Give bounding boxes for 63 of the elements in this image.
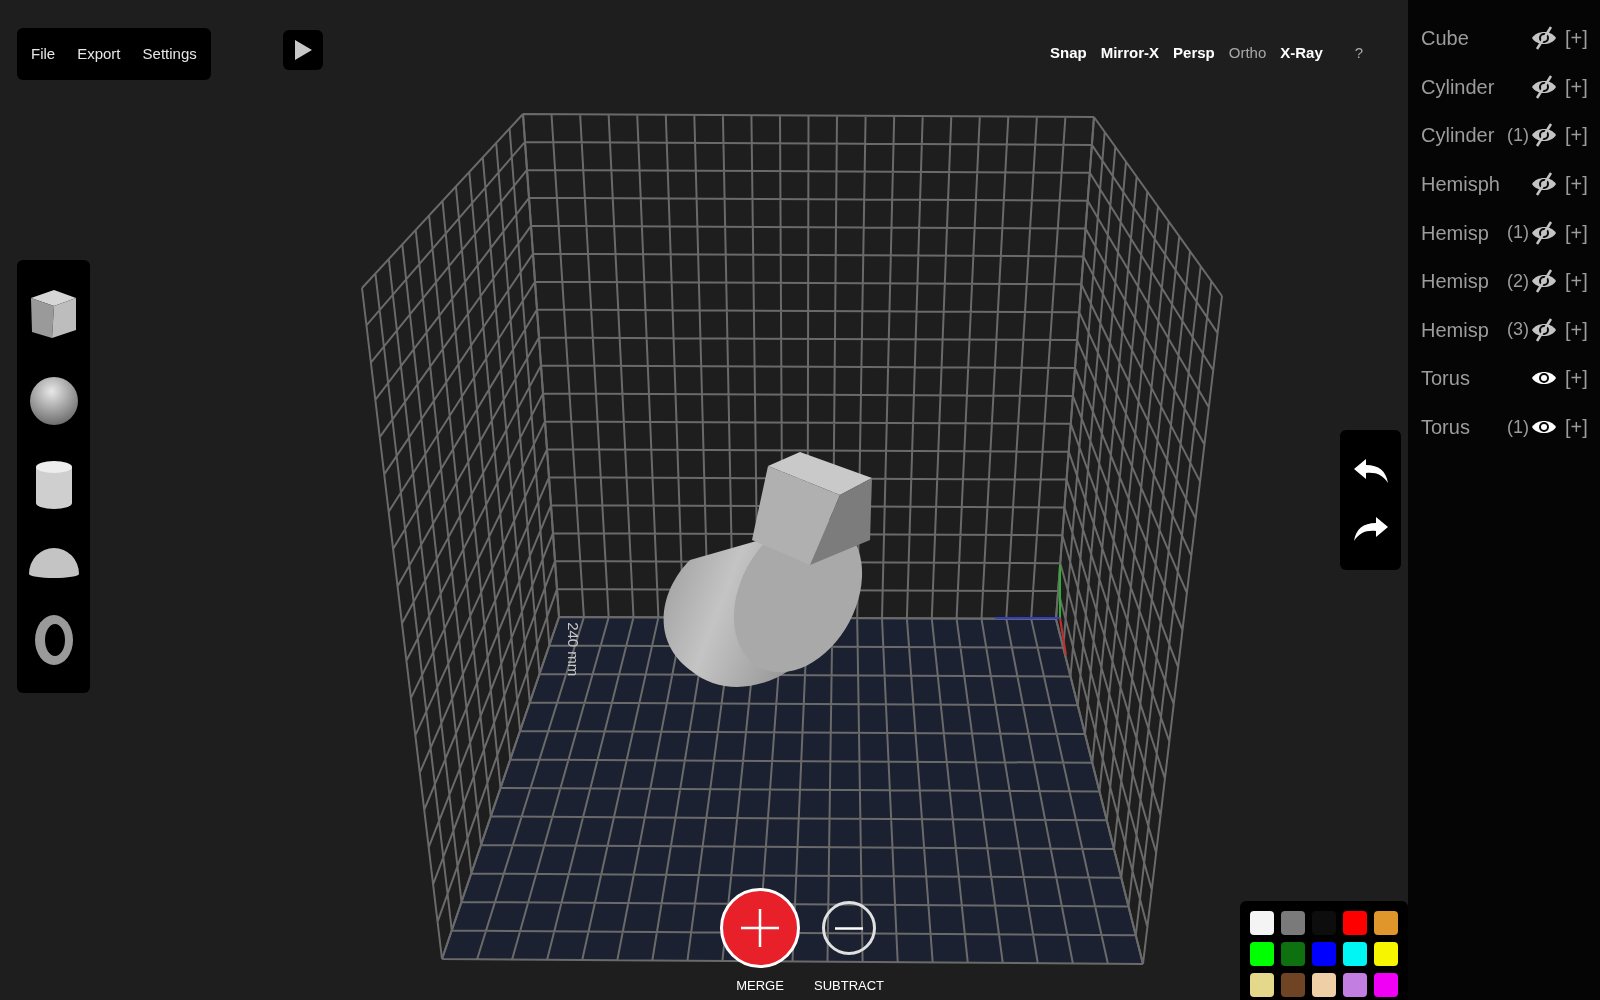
add-button[interactable]: [+] [1565,217,1588,248]
eye-slash-icon[interactable] [1531,268,1557,295]
eye-slash-icon[interactable] [1531,219,1557,246]
color-swatch[interactable] [1250,942,1274,966]
operation-label: MERGE [736,977,784,994]
view-toggle[interactable]: Snap [1050,42,1087,65]
color-swatch[interactable] [1250,911,1274,935]
object-index: (3) [1507,318,1529,342]
object-index: (1) [1507,415,1529,439]
play-button[interactable] [283,30,323,70]
redo-icon[interactable] [1351,515,1390,543]
object-name[interactable]: Torus [1421,363,1470,394]
object-index: (2) [1507,269,1529,293]
object-index: (1) [1507,124,1529,147]
color-swatch[interactable] [1374,942,1398,966]
object-name[interactable]: Cylinder [1421,71,1495,102]
color-swatch[interactable] [1281,942,1305,966]
color-swatch[interactable] [1312,973,1336,997]
add-button[interactable]: [+] [1565,23,1588,54]
color-swatch[interactable] [1250,973,1274,997]
object-name[interactable]: Cube [1421,23,1469,54]
add-button[interactable]: [+] [1565,169,1588,200]
sphere-icon[interactable] [27,374,80,427]
add-button[interactable]: [+] [1565,363,1588,394]
eye-slash-icon[interactable] [1531,122,1557,149]
eye-slash-icon[interactable] [1531,171,1557,198]
color-swatch[interactable] [1374,911,1398,935]
object-name[interactable]: Hemisph [1421,169,1500,200]
object-index: (1) [1507,221,1529,245]
menu-item[interactable]: File [31,42,56,66]
object-name[interactable]: Torus [1421,412,1470,443]
subtract-button[interactable] [822,901,877,955]
color-swatch[interactable] [1343,973,1367,997]
object-name[interactable]: Cylinder [1421,120,1495,151]
add-button[interactable]: [+] [1565,314,1588,345]
view-toggle[interactable]: X-Ray [1280,42,1323,65]
view-toggle[interactable]: Persp [1173,42,1215,65]
color-swatch[interactable] [1374,973,1398,997]
object-name[interactable]: Hemisp [1421,314,1489,345]
eye-slash-icon[interactable] [1531,316,1557,343]
color-swatch[interactable] [1343,942,1367,966]
view-toggle[interactable]: Ortho [1228,42,1267,65]
view-toggle[interactable]: Mirror-X [1100,42,1160,65]
add-button[interactable]: [+] [1565,120,1588,151]
help-button[interactable]: ? [1354,42,1364,65]
color-swatch[interactable] [1343,911,1367,935]
eye-slash-icon[interactable] [1531,73,1557,100]
add-button[interactable]: [+] [1565,266,1588,297]
color-swatch[interactable] [1312,942,1336,966]
play-icon [293,39,313,61]
menu-item[interactable]: Settings [142,42,197,66]
color-swatch[interactable] [1281,911,1305,935]
color-swatch[interactable] [1281,973,1305,997]
dimension-label: 240 mm [564,622,584,677]
plus-icon [740,908,780,948]
operation-label: SUBTRACT [814,977,885,994]
object-name[interactable]: Hemisp [1421,217,1489,248]
object-name[interactable]: Hemisp [1421,266,1489,297]
add-button[interactable]: [+] [1565,412,1588,443]
add-button[interactable]: [+] [1565,71,1588,102]
minus-icon [835,926,864,930]
eye-slash-icon[interactable] [1531,25,1557,52]
menu-item[interactable]: Export [77,42,121,66]
